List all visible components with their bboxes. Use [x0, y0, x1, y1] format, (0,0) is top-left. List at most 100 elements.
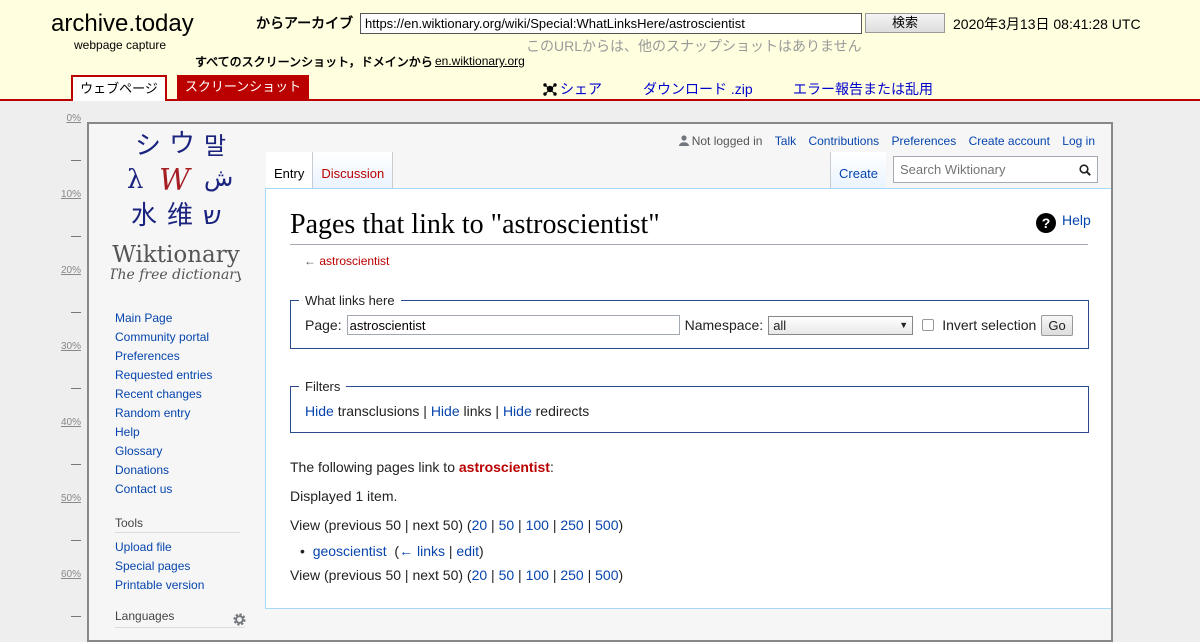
user-icon	[678, 135, 689, 146]
hide-redirects-link[interactable]: Hide	[503, 403, 532, 419]
sidebar-item-requested-entries[interactable]: Requested entries	[115, 367, 255, 386]
bullet-icon: •	[300, 543, 305, 559]
sidebar-item-glossary[interactable]: Glossary	[115, 443, 255, 462]
logo-glyph: W	[159, 163, 192, 198]
ruler-mark[interactable]: 50%	[61, 493, 81, 504]
logo-glyph: シ	[135, 131, 161, 161]
dropdown-arrow-icon: ▼	[899, 320, 909, 330]
create-account-link[interactable]: Create account	[969, 134, 1050, 148]
archive-logo-title[interactable]: archive.today	[51, 10, 194, 38]
invert-selection-checkbox[interactable]	[922, 319, 935, 331]
languages-heading: Languages	[115, 609, 245, 628]
help-icon: ?	[1036, 213, 1056, 233]
ruler-tick	[71, 160, 81, 161]
ruler-mark[interactable]: 40%	[61, 417, 81, 428]
ruler-tick	[71, 464, 81, 465]
sidebar-item-main-page[interactable]: Main Page	[115, 310, 255, 329]
sidebar-item-community-portal[interactable]: Community portal	[115, 329, 255, 348]
back-link-row: ← astroscientist	[304, 254, 389, 268]
result-link[interactable]: geoscientist	[313, 543, 387, 559]
view-suffix: )	[618, 517, 624, 533]
archive-url-input[interactable]	[360, 13, 862, 34]
result-edit-link[interactable]: edit	[456, 543, 479, 559]
filters-legend: Filters	[305, 379, 341, 394]
intro-text: The following pages link to astroscienti…	[290, 459, 554, 475]
page-label: Page:	[305, 317, 342, 333]
ruler-mark[interactable]: 10%	[61, 189, 81, 200]
view-50-link[interactable]: 50	[499, 517, 515, 533]
share-link[interactable]: シェア	[543, 79, 602, 99]
ruler-mark[interactable]: 0%	[67, 113, 81, 124]
ruler-tick	[71, 540, 81, 541]
gear-icon[interactable]	[232, 612, 247, 627]
page-input[interactable]	[346, 315, 680, 335]
view-pagination-top: View (previous 50 | next 50) (20 | 50 | …	[290, 517, 624, 533]
sidebar-item-donations[interactable]: Donations	[115, 462, 255, 481]
page-title: Pages that link to "astroscientist"	[290, 209, 1088, 245]
view-500-link[interactable]: 500	[595, 567, 618, 583]
namespace-select[interactable]: all ▼	[768, 315, 914, 335]
view-pagination-bottom: View (previous 50 | next 50) (20 | 50 | …	[290, 567, 624, 583]
help-link[interactable]: ? Help	[1036, 212, 1091, 233]
search-icon[interactable]	[1079, 164, 1091, 176]
archive-date: 2020年3月13日 08:41:28 UTC	[953, 16, 1141, 32]
view-20-link[interactable]: 20	[472, 567, 488, 583]
hide-links-link[interactable]: Hide	[431, 403, 460, 419]
view-100-link[interactable]: 100	[526, 517, 549, 533]
hide-transclusions-link[interactable]: Hide	[305, 403, 334, 419]
logo-glyph: ش	[204, 164, 233, 192]
back-link[interactable]: astroscientist	[319, 254, 389, 268]
logo-glyph: 말	[204, 132, 226, 160]
wiktionary-logo[interactable]: シ ウ 말 λ W ش 水 维 ש Wiktionary The free di…	[111, 128, 241, 286]
go-button[interactable]: Go	[1041, 314, 1073, 336]
personal-tools: Not logged in Talk Contributions Prefere…	[678, 134, 1095, 148]
view-250-link[interactable]: 250	[560, 517, 583, 533]
view-100-link[interactable]: 100	[526, 567, 549, 583]
archived-page-frame: シ ウ 말 λ W ش 水 维 ש Wiktionary The free di…	[87, 122, 1113, 642]
tab-entry[interactable]: Entry	[266, 152, 313, 188]
share-icon	[543, 83, 557, 96]
sidebar-item-preferences[interactable]: Preferences	[115, 348, 255, 367]
preferences-link[interactable]: Preferences	[892, 134, 957, 148]
view-suffix: )	[618, 567, 624, 583]
report-error-link[interactable]: エラー報告または乱用	[793, 79, 933, 99]
logo-wordmark: Wiktionary	[112, 242, 240, 268]
sidebar-item-printable-version[interactable]: Printable version	[115, 577, 255, 596]
intro-suffix: :	[549, 459, 554, 475]
contributions-link[interactable]: Contributions	[808, 134, 879, 148]
sidebar-item-contact-us[interactable]: Contact us	[115, 481, 255, 500]
tab-screenshot[interactable]: スクリーンショット	[177, 75, 309, 100]
intro-prefix: The following pages link to	[290, 459, 455, 475]
ruler-tick	[71, 388, 81, 389]
download-zip-link[interactable]: ダウンロード .zip	[643, 79, 753, 99]
sidebar-item-help[interactable]: Help	[115, 424, 255, 443]
ruler-mark[interactable]: 20%	[61, 265, 81, 276]
sidebar-item-random-entry[interactable]: Random entry	[115, 405, 255, 424]
sidebar-item-recent-changes[interactable]: Recent changes	[115, 386, 255, 405]
filters-row: Hide transclusions | Hide links | Hide r…	[305, 403, 1074, 419]
redirects-label: redirects	[535, 403, 590, 419]
tab-create[interactable]: Create	[830, 152, 887, 188]
sidebar-item-upload-file[interactable]: Upload file	[115, 539, 255, 558]
view-50-link[interactable]: 50	[499, 567, 515, 583]
view-250-link[interactable]: 250	[560, 567, 583, 583]
ruler-mark[interactable]: 30%	[61, 341, 81, 352]
sidebar-item-special-pages[interactable]: Special pages	[115, 558, 255, 577]
log-in-link[interactable]: Log in	[1062, 134, 1095, 148]
view-prefix: View (previous 50 | next 50) (	[290, 517, 472, 533]
no-snapshots-note: このURLからは、他のスナップショットはありません	[526, 38, 862, 54]
tab-discussion[interactable]: Discussion	[312, 152, 394, 188]
view-20-link[interactable]: 20	[472, 517, 488, 533]
view-500-link[interactable]: 500	[595, 517, 618, 533]
scroll-ruler: 0% 10% 20% 30% 40% 50% 60%	[0, 103, 87, 630]
tab-webpage[interactable]: ウェブページ	[71, 75, 167, 101]
wiki-search-input[interactable]	[893, 156, 1098, 183]
not-logged-in-label: Not logged in	[691, 134, 763, 148]
result-links-link[interactable]: ← links	[399, 543, 445, 559]
domain-link[interactable]: en.wiktionary.org	[435, 54, 525, 68]
archive-search-button[interactable]: 検索	[865, 13, 945, 33]
ruler-mark[interactable]: 60%	[61, 569, 81, 580]
talk-link[interactable]: Talk	[775, 134, 796, 148]
namespace-label: Namespace:	[684, 317, 764, 333]
ruler-tick	[71, 236, 81, 237]
